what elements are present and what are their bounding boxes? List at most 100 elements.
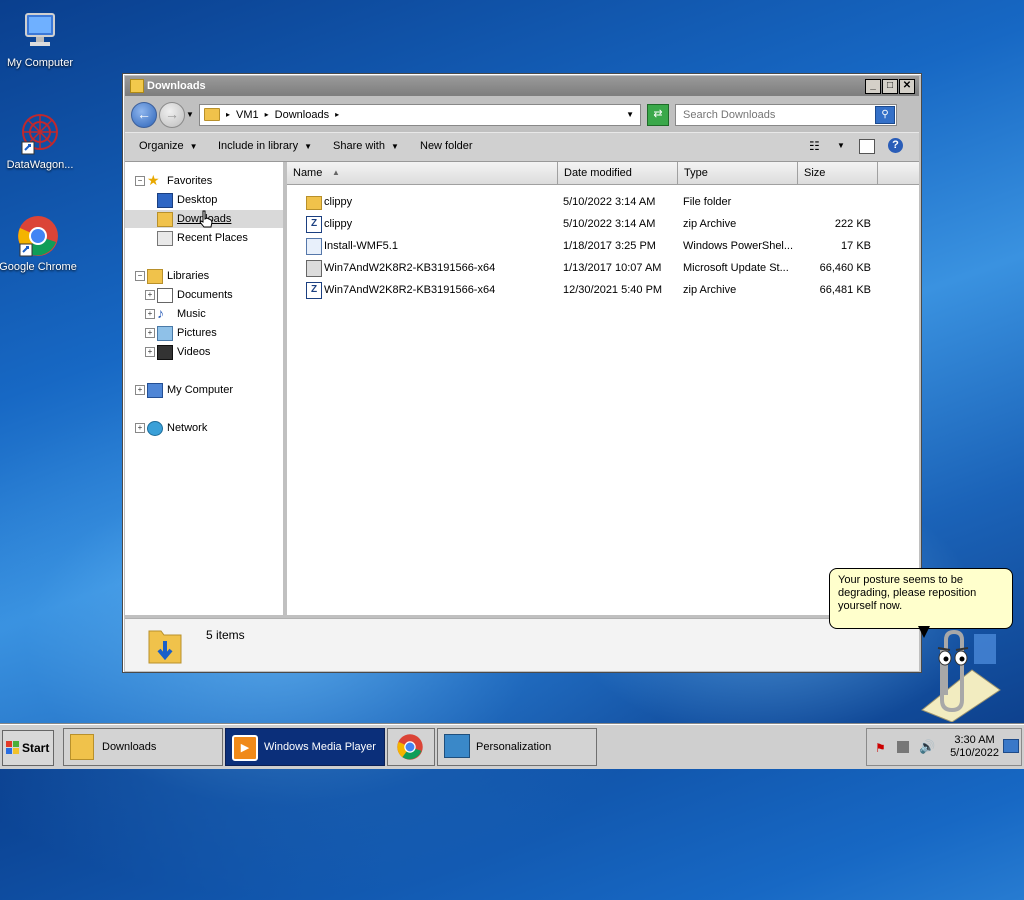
taskbar-item-downloads[interactable]: Downloads (63, 728, 223, 766)
chrome-icon (397, 734, 423, 760)
folder-icon (70, 734, 94, 760)
script-icon (306, 238, 322, 255)
music-icon: ♪ (157, 305, 164, 321)
expand-icon[interactable]: + (145, 290, 155, 300)
file-list: Name ▲ Date modified Type Size clippy 5/1… (287, 162, 919, 615)
expand-icon[interactable]: + (135, 385, 145, 395)
chevron-right-icon[interactable]: ▸ (335, 110, 339, 119)
file-row[interactable]: clippy 5/10/2022 3:14 AM File folder (287, 191, 887, 213)
update-package-icon (306, 260, 322, 277)
nav-libraries[interactable]: − Libraries (125, 267, 283, 285)
file-size: 66,460 KB (819, 262, 871, 274)
action-center-flag-icon[interactable]: ⚑ (875, 741, 886, 755)
expand-icon[interactable]: + (135, 423, 145, 433)
item-count: 5 items (206, 628, 245, 642)
taskbar-label: Downloads (102, 741, 157, 753)
expand-icon[interactable]: + (145, 347, 155, 357)
refresh-button[interactable]: ⇄ (647, 104, 669, 126)
clippy-speech-bubble[interactable]: Your posture seems to be degrading, plea… (829, 568, 1013, 638)
nav-network[interactable]: + Network (125, 419, 283, 437)
forward-button[interactable]: → (159, 102, 185, 128)
file-type: Microsoft Update St... (683, 262, 789, 274)
show-desktop-icon[interactable] (1003, 739, 1019, 753)
nav-label: Music (177, 308, 206, 320)
share-with-button[interactable]: Share with ▼ (333, 140, 399, 152)
file-size: 17 KB (841, 240, 871, 252)
back-button[interactable]: ← (131, 102, 157, 128)
videos-icon (157, 345, 173, 360)
column-header-size[interactable]: Size (798, 162, 878, 185)
nav-pictures[interactable]: + Pictures (125, 324, 283, 342)
clippy-assistant-icon[interactable] (912, 630, 1004, 722)
view-dropdown[interactable]: ▼ (837, 141, 845, 150)
column-header-name[interactable]: Name ▲ (287, 162, 558, 185)
collapse-icon[interactable]: − (135, 271, 145, 281)
taskbar-item-personalization[interactable]: Personalization (437, 728, 597, 766)
file-row[interactable]: Z Win7AndW2K8R2-KB3191566-x64 12/30/2021… (287, 279, 887, 301)
nav-my-computer[interactable]: + My Computer (125, 381, 283, 399)
maximize-button[interactable]: □ (882, 79, 898, 94)
taskbar-label: Windows Media Player (264, 741, 376, 753)
nav-label: Pictures (177, 327, 217, 339)
pictures-icon (157, 326, 173, 341)
column-header-filler (878, 162, 919, 185)
file-row[interactable]: Z clippy 5/10/2022 3:14 AM zip Archive 2… (287, 213, 887, 235)
column-header-date[interactable]: Date modified (558, 162, 678, 185)
close-button[interactable]: ✕ (899, 79, 915, 94)
new-folder-button[interactable]: New folder (420, 140, 473, 152)
nav-videos[interactable]: + Videos (125, 343, 283, 361)
search-input[interactable] (681, 108, 881, 122)
column-header-type[interactable]: Type (678, 162, 798, 185)
address-input[interactable]: ▸ VM1 ▸ Downloads ▸ ▼ (199, 104, 641, 126)
nav-documents[interactable]: + Documents (125, 286, 283, 304)
desktop-icon-google-chrome[interactable]: Google Chrome (0, 214, 78, 273)
file-date: 5/10/2022 3:14 AM (563, 218, 656, 230)
window-titlebar[interactable]: Downloads _ □ ✕ (125, 76, 919, 96)
chrome-icon (16, 214, 60, 258)
collapse-icon[interactable]: − (135, 176, 145, 186)
clock[interactable]: 3:30 AM 5/10/2022 (950, 734, 999, 760)
column-label: Type (684, 167, 708, 179)
expand-icon[interactable]: + (145, 328, 155, 338)
help-icon[interactable]: ? (888, 138, 903, 153)
address-dropdown[interactable]: ▼ (626, 110, 634, 119)
network-status-icon[interactable] (897, 741, 909, 753)
nav-music[interactable]: + ♪ Music (125, 305, 283, 323)
details-pane: 5 items (125, 618, 919, 671)
recent-places-icon (157, 231, 173, 246)
chevron-right-icon[interactable]: ▸ (226, 110, 230, 119)
file-row[interactable]: Install-WMF5.1 1/18/2017 3:25 PM Windows… (287, 235, 887, 257)
organize-button[interactable]: Organize ▼ (139, 140, 198, 152)
navigation-pane: − ★ Favorites Desktop Downloads Recent P… (125, 162, 286, 615)
file-date: 5/10/2022 3:14 AM (563, 196, 656, 208)
volume-icon[interactable]: 🔊 (919, 739, 935, 755)
view-options-icon[interactable]: ☷ (809, 139, 820, 153)
desktop-icon-my-computer[interactable]: My Computer (0, 10, 80, 69)
breadcrumb-vm1[interactable]: VM1 (236, 109, 259, 121)
search-box[interactable]: ⚲ (675, 104, 897, 126)
address-bar-area: ← → ▼ ▸ VM1 ▸ Downloads ▸ ▼ ⇄ ⚲ (125, 96, 919, 132)
downloads-folder-icon (157, 212, 173, 227)
explorer-window: Downloads _ □ ✕ ← → ▼ ▸ VM1 ▸ Downloads … (122, 73, 922, 673)
minimize-button[interactable]: _ (865, 79, 881, 94)
nav-label: Desktop (177, 194, 218, 206)
nav-desktop[interactable]: Desktop (125, 191, 283, 209)
start-button[interactable]: Start (2, 730, 54, 766)
taskbar-item-chrome[interactable] (387, 728, 435, 766)
taskbar-item-windows-media-player[interactable]: ▶ Windows Media Player (225, 728, 385, 766)
nav-recent-places[interactable]: Recent Places (125, 229, 283, 247)
expand-icon[interactable]: + (145, 309, 155, 319)
recent-pages-dropdown[interactable]: ▼ (186, 110, 194, 119)
column-label: Size (804, 167, 826, 179)
desktop-icon-datawagon[interactable]: DataWagon... (0, 112, 80, 171)
nav-favorites[interactable]: − ★ Favorites (125, 172, 283, 190)
search-icon[interactable]: ⚲ (875, 106, 895, 124)
column-label: Date modified (564, 167, 632, 179)
chevron-right-icon[interactable]: ▸ (265, 110, 269, 119)
file-date: 1/18/2017 3:25 PM (563, 240, 656, 252)
nav-label: Videos (177, 346, 211, 358)
file-row[interactable]: Win7AndW2K8R2-KB3191566-x64 1/13/2017 10… (287, 257, 887, 279)
breadcrumb-downloads[interactable]: Downloads (275, 109, 329, 121)
preview-pane-icon[interactable] (859, 139, 875, 154)
include-in-library-button[interactable]: Include in library ▼ (218, 140, 312, 152)
